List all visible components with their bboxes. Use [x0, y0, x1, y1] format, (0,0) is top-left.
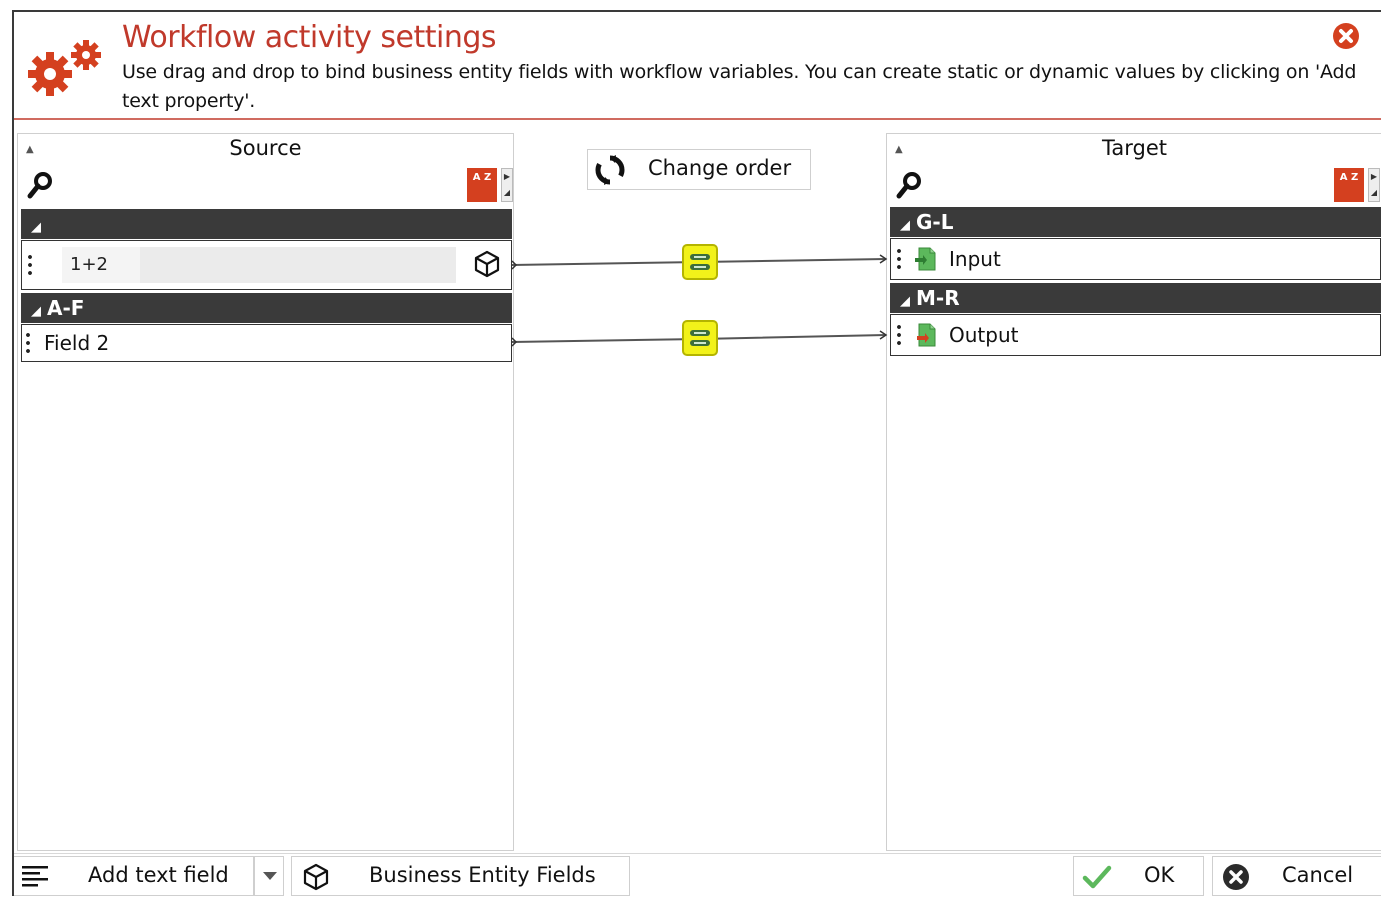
drag-handle-icon[interactable]	[897, 247, 901, 271]
cancel-circle-icon	[1223, 864, 1249, 890]
target-panel: ▲ Target A Z ▶ ◢ ◢ G-L Input ◢ M-R Output	[886, 133, 1381, 851]
source-panel-title: Source	[229, 136, 302, 160]
add-text-field-dropdown[interactable]	[254, 856, 284, 896]
expand-triangle-icon: ◢	[900, 218, 910, 233]
drag-handle-icon[interactable]	[26, 331, 30, 355]
text-lines-icon	[22, 866, 48, 887]
target-item-output[interactable]: Output	[890, 314, 1381, 356]
refresh-icon	[595, 155, 625, 185]
add-text-field-label: Add text field	[88, 863, 229, 887]
header-divider	[14, 118, 1381, 120]
drag-handle-icon[interactable]	[897, 323, 901, 347]
expand-triangle-icon: ◢	[31, 304, 41, 319]
close-icon[interactable]	[1332, 22, 1360, 50]
binding-link-icon[interactable]	[682, 320, 718, 356]
sort-az-label: A Z	[1334, 168, 1364, 202]
sort-menu-arrow-icon[interactable]: ▶ ◢	[501, 168, 513, 202]
sort-menu-arrow-icon[interactable]: ▶ ◢	[1368, 168, 1380, 202]
add-text-field-button[interactable]: Add text field	[14, 856, 254, 896]
expand-triangle-icon: ◢	[31, 220, 41, 235]
expression-input[interactable]: 1+2	[62, 247, 456, 283]
target-item-input[interactable]: Input	[890, 238, 1381, 280]
cancel-label: Cancel	[1282, 863, 1354, 887]
expand-triangle-icon: ◢	[900, 294, 910, 309]
change-order-label: Change order	[648, 156, 792, 180]
source-panel: ▲ Source A Z ▶ ◢ ◢ 1+2 ◢ A-F Field 2	[17, 133, 514, 851]
sort-az-icon[interactable]: A Z ▶ ◢	[467, 168, 513, 202]
binding-link-icon[interactable]	[682, 244, 718, 280]
checkmark-icon	[1082, 865, 1112, 889]
ok-button[interactable]: OK	[1073, 856, 1204, 896]
target-panel-title: Target	[1102, 136, 1167, 160]
sort-az-label: A Z	[467, 168, 497, 202]
source-item-expression[interactable]: 1+2	[21, 240, 512, 290]
search-icon[interactable]	[26, 170, 56, 200]
target-item-label: Input	[949, 247, 1001, 271]
cube-icon[interactable]	[473, 249, 501, 279]
cancel-button[interactable]: Cancel	[1212, 856, 1381, 896]
target-group-header-m-r[interactable]: ◢ M-R	[890, 283, 1381, 313]
input-document-icon	[915, 247, 936, 271]
target-item-label: Output	[949, 323, 1019, 347]
target-group-header-g-l[interactable]: ◢ G-L	[890, 207, 1381, 237]
chevron-down-icon	[263, 872, 277, 880]
business-entity-fields-button[interactable]: Business Entity Fields	[291, 856, 630, 896]
source-item-label: Field 2	[44, 331, 110, 355]
dialog-title: Workflow activity settings	[122, 20, 497, 55]
output-document-icon	[917, 323, 936, 347]
ok-label: OK	[1144, 863, 1175, 887]
gears-icon	[28, 40, 101, 96]
sort-az-icon[interactable]: A Z ▶ ◢	[1334, 168, 1380, 202]
source-group-header-a-f[interactable]: ◢ A-F	[21, 293, 512, 323]
change-order-button[interactable]: Change order	[587, 149, 811, 190]
search-icon[interactable]	[895, 170, 925, 200]
cube-icon	[303, 863, 329, 891]
source-group-header-unnamed[interactable]: ◢	[21, 209, 512, 239]
business-entity-fields-label: Business Entity Fields	[369, 863, 596, 887]
drag-handle-icon[interactable]	[28, 253, 32, 277]
dialog-border-left	[12, 10, 14, 896]
dialog-description: Use drag and drop to bind business entit…	[122, 61, 1357, 112]
source-item-field-2[interactable]: Field 2	[21, 324, 512, 362]
